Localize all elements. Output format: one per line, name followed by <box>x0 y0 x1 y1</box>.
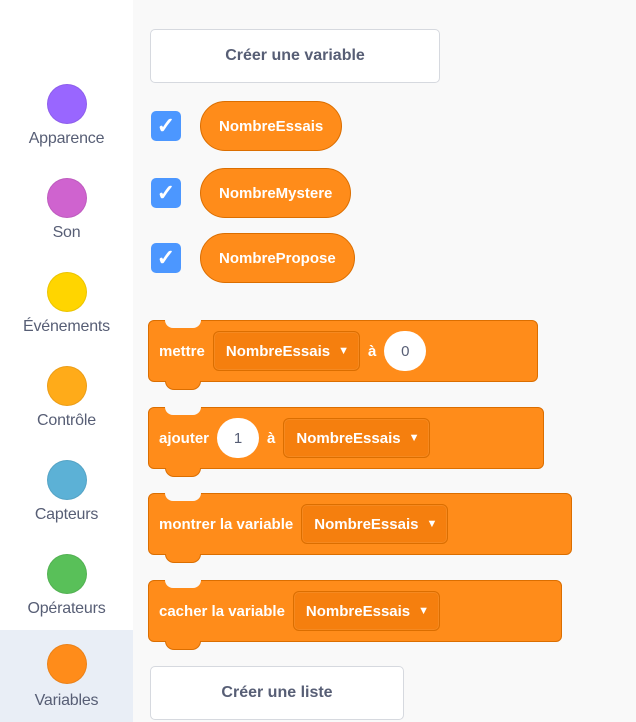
dropdown-value: NombreEssais <box>305 602 411 620</box>
category-label: Capteurs <box>34 506 99 523</box>
category-label: Son <box>52 224 81 241</box>
variable-dropdown[interactable]: NombreEssais ▼ <box>212 331 360 371</box>
category-evenements[interactable]: Événements <box>0 266 133 360</box>
category-color-dot-icon <box>46 460 87 500</box>
hide-variable-block[interactable]: cacher la variable NombreEssais ▼ <box>148 580 562 650</box>
create-list-button[interactable]: Créer une liste <box>150 666 404 720</box>
category-color-dot-icon <box>46 272 87 312</box>
set-variable-block[interactable]: mettre NombreEssais ▼ à 0 <box>148 320 538 390</box>
value-input[interactable]: 0 <box>384 331 427 371</box>
variable-checkbox[interactable]: ✓ <box>151 111 181 141</box>
dropdown-value: NombreEssais <box>296 429 401 447</box>
category-color-dot-icon <box>46 644 87 684</box>
category-label: Opérateurs <box>27 600 106 617</box>
category-color-dot-icon <box>46 84 87 124</box>
value-input[interactable]: 1 <box>217 418 260 458</box>
category-son[interactable]: Son <box>0 172 133 266</box>
dropdown-value: NombreEssais <box>314 515 419 533</box>
change-variable-block[interactable]: ajouter 1 à NombreEssais ▼ <box>148 407 544 477</box>
block-tab <box>165 554 201 563</box>
category-label: Événements <box>23 318 110 335</box>
category-controle[interactable]: Contrôle <box>0 360 133 454</box>
category-label: Variables <box>34 692 99 709</box>
show-variable-block[interactable]: montrer la variable NombreEssais ▼ <box>148 493 572 563</box>
category-operateurs[interactable]: Opérateurs <box>0 548 133 642</box>
block-tab <box>165 641 201 650</box>
category-label: Apparence <box>28 130 105 147</box>
checkmark-icon: ✓ <box>156 180 176 205</box>
category-apparence[interactable]: Apparence <box>0 78 133 172</box>
category-capteurs[interactable]: Capteurs <box>0 454 133 548</box>
create-variable-button[interactable]: Créer une variable <box>150 29 440 83</box>
caret-down-icon: ▼ <box>408 432 420 444</box>
block-label: à <box>267 429 276 447</box>
variable-dropdown[interactable]: NombreEssais ▼ <box>283 418 431 458</box>
block-label: montrer la variable <box>159 515 294 533</box>
block-label: cacher la variable <box>159 602 285 620</box>
block-label: mettre <box>159 342 205 360</box>
block-label: ajouter <box>159 429 210 447</box>
block-tab <box>165 468 201 477</box>
variable-reporter[interactable]: NombrePropose <box>200 233 355 283</box>
category-color-dot-icon <box>46 178 87 218</box>
variable-dropdown[interactable]: NombreEssais ▼ <box>292 591 441 631</box>
block-tab <box>165 381 201 390</box>
category-label: Contrôle <box>37 412 96 429</box>
caret-down-icon: ▼ <box>338 345 349 357</box>
checkmark-icon: ✓ <box>156 245 176 270</box>
variable-reporter[interactable]: NombreMystere <box>200 168 352 218</box>
caret-down-icon: ▼ <box>426 518 438 530</box>
category-sidebar: Apparence Son Événements Contrôle Capteu… <box>0 0 134 722</box>
variable-checkbox[interactable]: ✓ <box>151 243 181 273</box>
variable-checkbox[interactable]: ✓ <box>151 178 181 208</box>
block-notch <box>165 407 201 415</box>
category-color-dot-icon <box>46 554 87 594</box>
caret-down-icon: ▼ <box>418 605 430 617</box>
variable-dropdown[interactable]: NombreEssais ▼ <box>301 504 449 544</box>
dropdown-value: NombreEssais <box>225 342 331 360</box>
block-notch <box>165 320 201 328</box>
block-notch <box>165 580 201 588</box>
block-notch <box>165 493 201 501</box>
category-variables[interactable]: Variables <box>0 630 133 722</box>
block-label: à <box>367 342 377 360</box>
category-color-dot-icon <box>46 366 87 406</box>
variable-reporter[interactable]: NombreEssais <box>200 101 343 151</box>
checkmark-icon: ✓ <box>156 113 176 138</box>
